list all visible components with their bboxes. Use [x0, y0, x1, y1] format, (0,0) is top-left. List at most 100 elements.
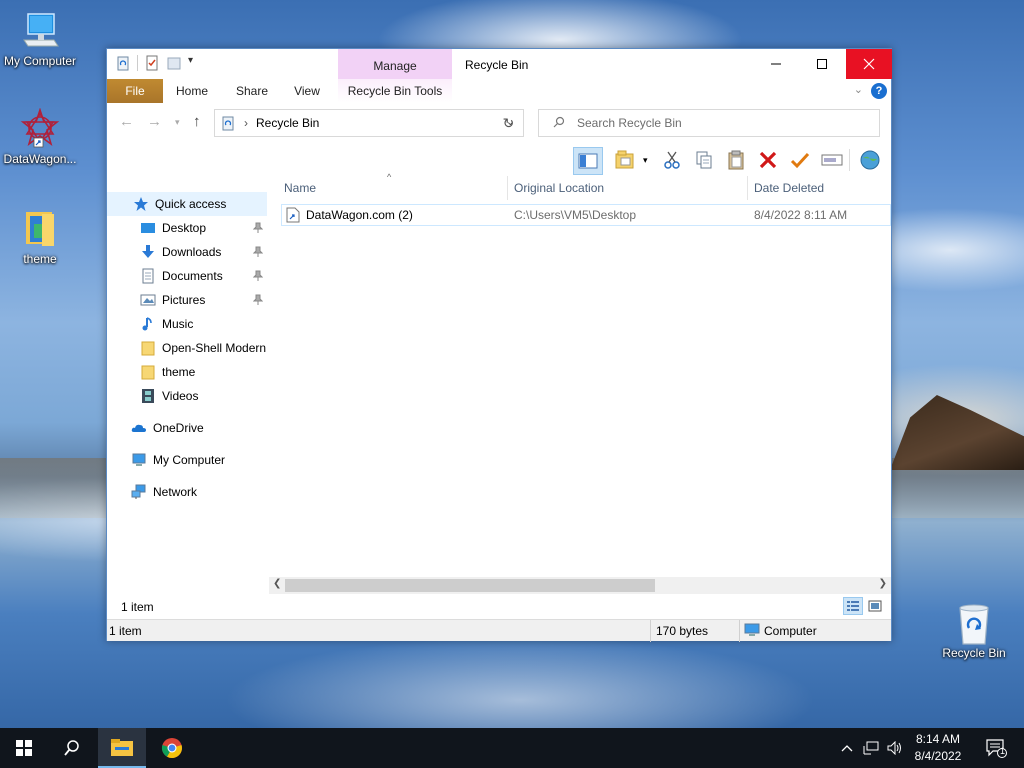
nav-item-downloads[interactable]: Downloads [107, 240, 267, 264]
close-button[interactable] [846, 49, 892, 79]
file-list: ^ Name Original Location Date Deleted Da… [277, 172, 891, 576]
show-hidden-icons[interactable] [838, 728, 856, 768]
desktop-icon-recycle-bin[interactable]: Recycle Bin [934, 602, 1014, 660]
desktop-icon-my-computer[interactable]: My Computer [0, 10, 80, 68]
navigation-pane-button[interactable] [573, 147, 603, 175]
status-divider [739, 620, 740, 642]
horizontal-scrollbar[interactable]: ❮ ❯ [269, 577, 891, 594]
up-button[interactable]: ↑ [193, 113, 201, 130]
desktop-icon-label: Recycle Bin [942, 646, 1006, 660]
column-header-date-deleted[interactable]: Date Deleted [747, 176, 887, 200]
file-row[interactable]: DataWagon.com (2) C:\Users\VM5\Desktop 8… [281, 204, 891, 226]
folder-icon [615, 150, 634, 169]
tab-view[interactable]: View [283, 79, 331, 103]
nav-item-open-shell[interactable]: Open-Shell Modern [107, 336, 267, 360]
maximize-button[interactable] [799, 49, 845, 79]
wallpaper-cliff [890, 395, 1024, 470]
address-bar[interactable]: › Recycle Bin ⌄ [214, 109, 524, 137]
nav-label: Pictures [162, 293, 206, 307]
nav-item-documents[interactable]: Documents [107, 264, 267, 288]
scrollbar-thumb[interactable] [285, 579, 655, 592]
shortcut-file-icon [286, 207, 300, 226]
forward-button[interactable]: → [147, 113, 162, 130]
nav-item-music[interactable]: Music [107, 312, 267, 336]
desktop-icon-theme[interactable]: theme [0, 208, 80, 266]
details-view-icon [847, 601, 859, 611]
status-item-count: 1 item [109, 624, 142, 638]
folder-icon [140, 364, 156, 380]
nav-item-pictures[interactable]: Pictures [107, 288, 267, 312]
search-icon [64, 740, 79, 756]
close-icon [863, 58, 875, 70]
cut-button[interactable] [659, 147, 685, 173]
nav-network[interactable]: Network [107, 480, 267, 504]
nav-item-theme[interactable]: theme [107, 360, 267, 384]
quick-access-toolbar: ▾ [115, 55, 204, 71]
volume-tray-icon[interactable] [884, 728, 906, 768]
properties-icon[interactable] [144, 55, 160, 71]
file-name: DataWagon.com (2) [306, 208, 413, 222]
refresh-button[interactable]: ↻ [494, 109, 524, 137]
search-button[interactable] [48, 728, 96, 768]
clipboard-icon [728, 150, 744, 170]
taskbar-chrome[interactable] [148, 728, 196, 768]
large-icons-view-button[interactable] [865, 597, 885, 615]
scroll-right-icon[interactable]: ❯ [879, 578, 887, 589]
nav-onedrive[interactable]: OneDrive [107, 416, 267, 440]
back-button[interactable]: ← [119, 113, 134, 130]
recycle-bin-small-icon[interactable] [115, 55, 131, 71]
new-folder-button[interactable] [613, 147, 639, 173]
customize-qat-icon[interactable]: ▾ [188, 55, 204, 71]
restore-button[interactable] [787, 147, 813, 173]
tab-file[interactable]: File [107, 79, 163, 103]
dropdown-arrow-icon[interactable]: ▾ [643, 155, 648, 166]
column-header-name[interactable]: Name [277, 176, 507, 200]
copy-button[interactable] [691, 147, 717, 173]
taskbar-file-explorer[interactable] [98, 728, 146, 768]
desktop-icon-datawagon[interactable]: DataWagon... [0, 107, 80, 166]
clock-time: 8:14 AM [915, 732, 961, 746]
start-button[interactable] [0, 728, 48, 768]
expand-ribbon-icon[interactable]: ⌄ [854, 83, 863, 96]
view-switcher [843, 597, 885, 615]
paste-button[interactable] [723, 147, 749, 173]
tab-recycle-bin-tools[interactable]: Recycle Bin Tools [338, 79, 452, 103]
recent-locations-icon[interactable]: ▾ [175, 117, 180, 128]
scroll-left-icon[interactable]: ❮ [273, 578, 281, 589]
rename-button[interactable] [819, 147, 845, 173]
navigation-pane-icon [578, 153, 598, 169]
computer-icon [20, 10, 60, 50]
action-center-button[interactable]: 1 [978, 728, 1014, 768]
delete-button[interactable] [755, 147, 781, 173]
notification-count: 1 [1000, 746, 1006, 756]
nav-my-computer[interactable]: My Computer [107, 448, 267, 472]
file-explorer-icon [111, 739, 133, 756]
nav-label: Network [153, 485, 198, 499]
help-icon[interactable]: ? [871, 83, 887, 99]
breadcrumb-chevron-icon[interactable]: › [244, 116, 248, 130]
manage-contextual-tab[interactable]: Manage [338, 49, 452, 79]
details-view-button[interactable] [843, 597, 863, 615]
address-path[interactable]: Recycle Bin [256, 116, 319, 130]
nav-item-desktop[interactable]: Desktop [107, 216, 267, 240]
tab-home[interactable]: Home [167, 79, 217, 103]
nav-quick-access[interactable]: Quick access [107, 192, 267, 216]
status-bar: 1 item 170 bytes Computer [107, 619, 891, 642]
network-tray-icon[interactable] [860, 728, 882, 768]
item-count: 1 item [121, 600, 154, 614]
system-clock[interactable]: 8:14 AM 8/4/2022 [906, 731, 970, 765]
search-box[interactable]: Search Recycle Bin [538, 109, 880, 137]
taskbar: 8:14 AM 8/4/2022 1 [0, 728, 1024, 768]
pin-icon [252, 294, 264, 306]
nav-item-videos[interactable]: Videos [107, 384, 267, 408]
new-folder-icon[interactable] [166, 55, 182, 71]
status-divider [650, 620, 651, 642]
column-header-original-location[interactable]: Original Location [507, 176, 747, 200]
minimize-button[interactable] [753, 49, 799, 79]
nav-label: Open-Shell Modern [162, 341, 267, 355]
tab-share[interactable]: Share [227, 79, 277, 103]
desktop-icon [140, 220, 156, 236]
properties-button[interactable] [857, 147, 883, 173]
copy-icon [696, 151, 712, 169]
window-title: Recycle Bin [465, 58, 529, 72]
